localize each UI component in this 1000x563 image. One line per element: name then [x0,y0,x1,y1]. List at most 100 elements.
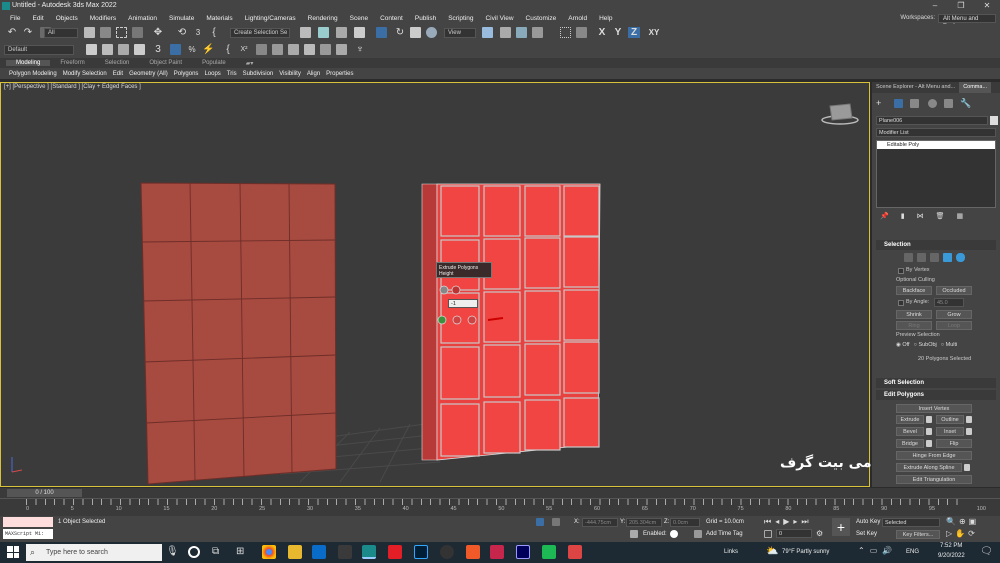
menu-rendering[interactable]: Rendering [302,15,344,22]
clock-date[interactable]: 9/20/2022 [938,553,965,559]
set-current-layer-icon[interactable] [134,44,145,55]
viewcube-icon[interactable] [821,103,859,125]
selection-filter-dropdown[interactable]: All [44,28,78,38]
by-angle-field[interactable]: 45.0 [934,298,964,307]
extrude-spline-settings-icon[interactable] [964,464,970,471]
toggle-ribbon-icon[interactable] [336,27,347,38]
redo-icon[interactable]: ↷ [22,27,34,38]
maxscript-listener[interactable]: MAXScript Mi: [3,529,53,539]
zoom-all-icon[interactable]: ⊕ [959,517,966,526]
ribbon-properties[interactable]: Properties [323,71,356,77]
layer-explorer-icon[interactable] [318,27,329,38]
reference-coord-icon[interactable]: ⟲ [176,27,188,38]
move-icon[interactable]: ✥ [152,27,164,38]
ring-button[interactable]: Ring [896,321,932,330]
axis-xy-button[interactable]: XY [646,27,662,38]
soft-selection-rollout-header[interactable]: Soft Selection [876,378,996,388]
outline-button[interactable]: Outline [936,415,964,424]
left-plane[interactable] [140,182,337,485]
autocad-icon[interactable] [388,545,402,559]
set-key-big-icon[interactable]: + [832,518,850,536]
menu-arnold[interactable]: Arnold [562,15,593,22]
spacing-tool-icon[interactable] [272,44,283,55]
add-time-tag-label[interactable]: Add Time Tag [706,531,743,537]
key-filters-button[interactable]: Key Filters... [896,530,940,539]
display-tab-icon[interactable] [944,99,953,108]
file-explorer-icon[interactable] [288,545,302,559]
camtasia-icon[interactable] [542,545,556,559]
occluded-button[interactable]: Occluded [936,286,972,295]
grow-button[interactable]: Grow [936,310,972,319]
menu-edit[interactable]: Edit [26,15,49,22]
bevel-button[interactable]: Bevel [896,427,924,436]
store-icon[interactable] [338,545,352,559]
render-setup-icon[interactable] [304,44,315,55]
shrink-button[interactable]: Shrink [896,310,932,319]
key-mode-icon[interactable] [764,530,772,538]
app-icon-1[interactable] [466,545,480,559]
edit-triangulation-button[interactable]: Edit Triangulation [896,475,972,484]
volume-icon[interactable]: 🔊 [882,546,892,555]
region-select-icon[interactable] [116,27,127,38]
time-slider[interactable]: 0 / 100 [7,489,82,497]
relative-absolute-icon[interactable] [552,518,560,526]
menu-customize[interactable]: Customize [520,15,563,22]
element-level-icon[interactable] [956,253,965,262]
clock-time[interactable]: 7:52 PM [940,543,962,549]
ribbon-polygons[interactable]: Polygons [171,71,202,77]
menu-help[interactable]: Help [593,15,618,22]
next-frame-icon[interactable]: ▸ [793,517,797,527]
fov-icon[interactable]: ▷ [946,529,952,538]
tab-freeform[interactable]: Freeform [50,60,94,66]
menu-scene[interactable]: Scene [344,15,374,22]
ribbon-tris[interactable]: Tris [224,71,240,77]
x-coordinate-field[interactable]: -444.75cm [582,518,618,527]
ribbon-geometry-all[interactable]: Geometry (All) [126,71,171,77]
mirror-tool-icon[interactable]: X² [238,44,250,55]
snap-toggle-icon[interactable]: 3 [192,27,204,38]
ribbon-subdivision[interactable]: Subdivision [240,71,277,77]
rotate-icon[interactable]: ↻ [394,27,406,38]
task-view-icon[interactable]: ⧉ [212,546,219,557]
y-coordinate-field[interactable]: 205.304cm [626,518,662,527]
menu-publish[interactable]: Publish [409,15,442,22]
notification-icon[interactable]: 🗨 [980,546,993,557]
named-selection-dropdown[interactable]: Create Selection Se [230,28,290,38]
audition-icon[interactable] [516,545,530,559]
hierarchy-tab-icon[interactable] [910,99,919,108]
tab-scene-explorer[interactable]: Scene Explorer - Alt Menu and... [872,82,959,93]
right-plane[interactable] [421,183,601,461]
axis-z-button[interactable]: Z [628,27,640,38]
ribbon-modify-selection[interactable]: Modify Selection [60,71,110,77]
select-by-name-icon[interactable] [100,27,111,38]
outline-settings-icon[interactable] [966,416,972,423]
ribbon-options-icon[interactable]: ▰▾ [236,60,264,67]
normal-align-icon[interactable] [516,27,527,38]
time-config-icon[interactable]: ⚙ [816,529,823,538]
bridge-settings-icon[interactable] [926,440,932,447]
time-tag-icon[interactable] [694,530,702,538]
flip-button[interactable]: Flip [936,439,972,448]
vertex-level-icon[interactable] [904,253,913,262]
preview-multi-radio[interactable]: ○ Multi [941,342,957,348]
window-crossing-icon[interactable] [132,27,143,38]
play-icon[interactable]: ▶ [783,517,789,527]
edge-level-icon[interactable] [917,253,926,262]
maximize-button[interactable]: ❐ [948,0,974,12]
menu-civil-view[interactable]: Civil View [479,15,519,22]
set-key-button[interactable]: Set Key [856,531,877,537]
menu-simulate[interactable]: Simulate [163,15,200,22]
array-icon[interactable] [256,44,267,55]
undo-icon[interactable]: ↶ [6,27,18,38]
create-tab-icon[interactable]: + [876,98,881,108]
language-indicator[interactable]: ENG [906,549,919,555]
orbit-icon[interactable]: ⟳ [968,529,975,538]
modify-tab-icon[interactable] [894,99,903,108]
taskbar-links[interactable]: Links [724,549,738,555]
axis-x-button[interactable]: X [596,27,608,38]
extrude-height-field[interactable]: -1 [448,299,478,308]
layer-dropdown[interactable]: Default [4,45,74,55]
ribbon-polygon-modeling[interactable]: Polygon Modeling [6,71,60,77]
network-icon[interactable]: ▭ [870,546,878,555]
photoshop-icon[interactable] [414,545,428,559]
